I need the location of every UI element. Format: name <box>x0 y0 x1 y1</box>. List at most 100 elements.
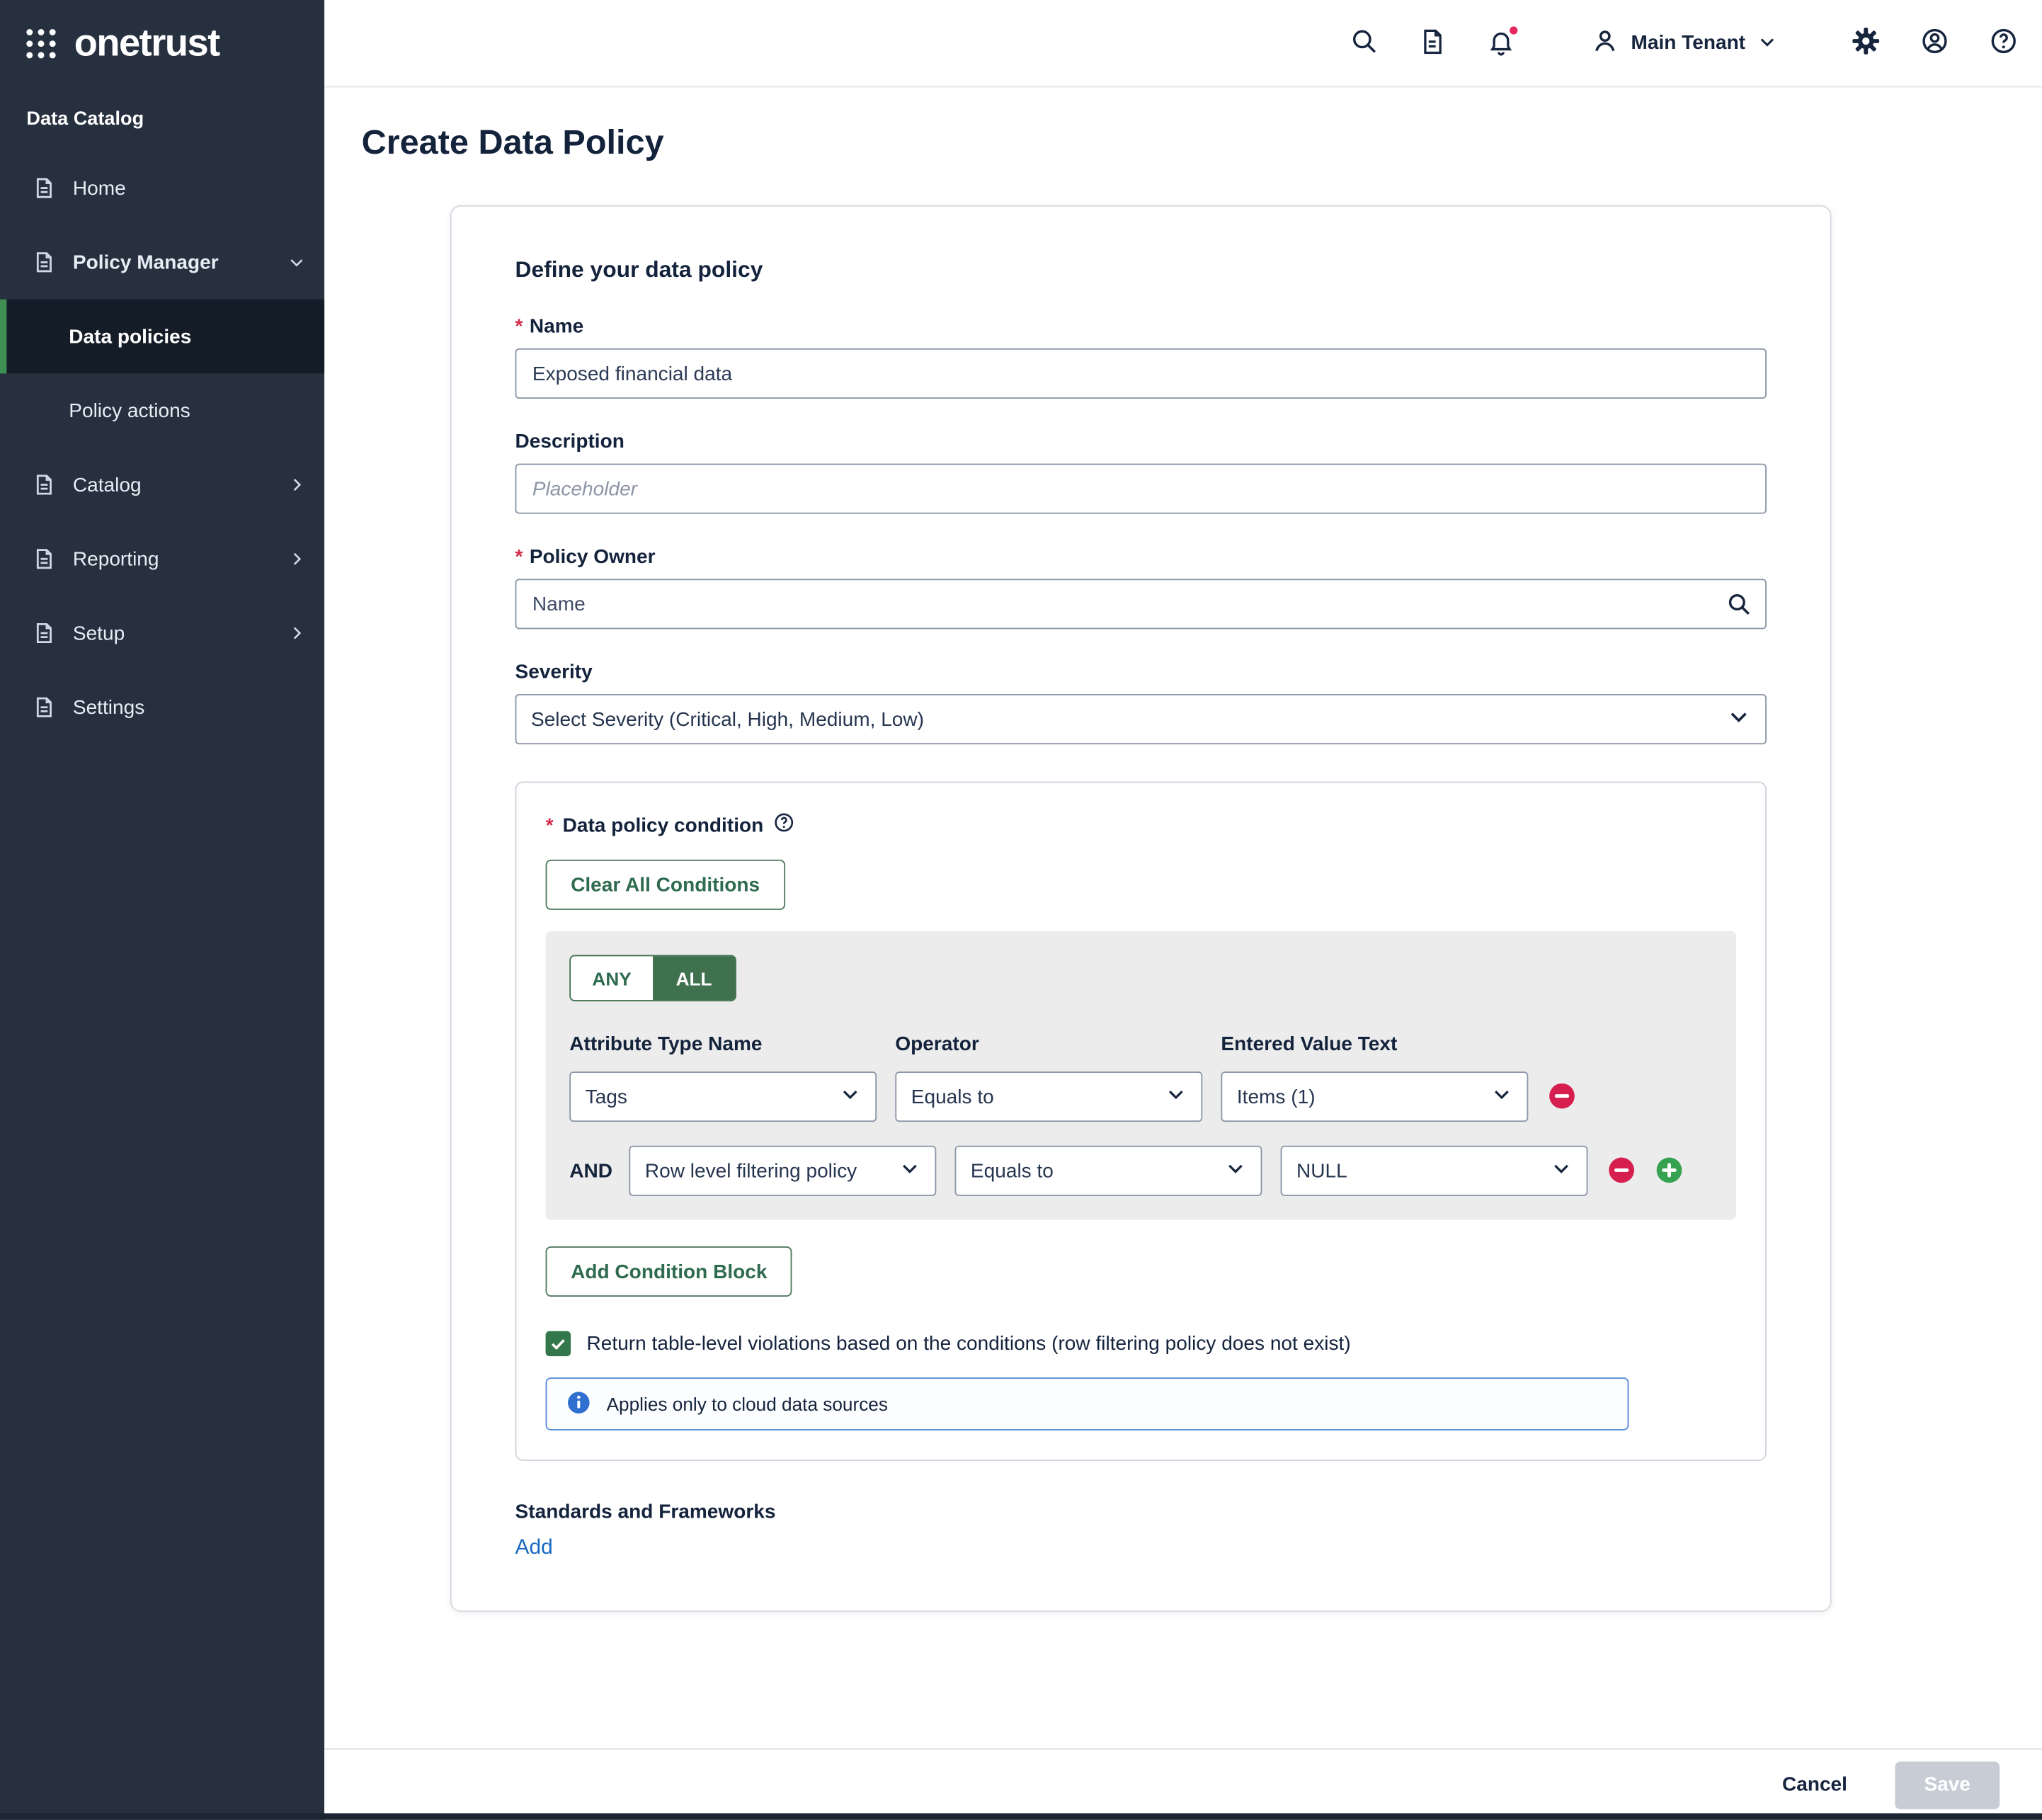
name-input[interactable] <box>515 348 1767 399</box>
condition-section: * Data policy condition Clear All Condit… <box>515 781 1767 1460</box>
sidebar-item-catalog[interactable]: Catalog <box>0 448 324 522</box>
info-banner: Applies only to cloud data sources <box>546 1377 1629 1431</box>
search-icon[interactable] <box>1726 591 1752 624</box>
match-any-button[interactable]: ANY <box>571 956 653 1000</box>
help-button[interactable] <box>1986 25 2021 60</box>
topbar: Main Tenant <box>324 0 2042 87</box>
notification-badge <box>1508 25 1519 35</box>
column-header-value: Entered Value Text <box>1221 1033 1528 1056</box>
name-field: * Name <box>515 315 1767 399</box>
sidebar-item-label: Reporting <box>73 547 270 570</box>
value-select[interactable]: NULL <box>1281 1146 1588 1196</box>
chevron-down-icon <box>1491 1084 1512 1110</box>
name-label: * Name <box>515 315 1767 338</box>
chevron-right-icon <box>287 624 306 642</box>
settings-button[interactable] <box>1849 25 1883 60</box>
content-area: Create Data Policy Define your data poli… <box>324 87 2042 1748</box>
account-button[interactable] <box>1917 25 1952 60</box>
required-asterisk: * <box>515 546 523 569</box>
add-standards-link[interactable]: Add <box>515 1537 553 1561</box>
operator-select[interactable]: Equals to <box>895 1071 1202 1122</box>
tenant-selector[interactable]: Main Tenant <box>1582 25 1785 61</box>
sidebar-item-setup[interactable]: Setup <box>0 596 324 671</box>
chevron-down-icon <box>287 253 306 271</box>
condition-label: Data policy condition <box>563 814 764 836</box>
onetrust-logo[interactable]: onetrust <box>0 0 324 87</box>
help-icon <box>1989 26 2018 59</box>
sidebar-item-policy-actions[interactable]: Policy actions <box>0 373 324 448</box>
document-icon <box>1418 27 1446 59</box>
document-icon <box>32 176 56 200</box>
info-banner-text: Applies only to cloud data sources <box>607 1394 888 1415</box>
sidebar: onetrust Data Catalog Home Policy Manage… <box>0 0 324 1820</box>
sidebar-item-label: Home <box>73 177 306 200</box>
sidebar-item-label: Setup <box>73 622 270 644</box>
document-tasks-button[interactable] <box>1415 25 1450 60</box>
match-all-button[interactable]: ALL <box>653 956 735 1000</box>
join-operator-label: AND <box>569 1159 610 1182</box>
checkbox-label: Return table-level violations based on t… <box>587 1333 1351 1355</box>
search-button[interactable] <box>1346 25 1381 60</box>
standards-frameworks-label: Standards and Frameworks <box>515 1501 1767 1523</box>
search-icon <box>1349 26 1378 59</box>
plus-circle-icon <box>1655 1156 1682 1188</box>
remove-condition-button[interactable] <box>1547 1082 1576 1111</box>
sidebar-item-settings[interactable]: Settings <box>0 670 324 744</box>
cancel-button[interactable]: Cancel <box>1774 1772 1855 1797</box>
help-icon[interactable] <box>772 812 794 838</box>
operator-select[interactable]: Equals to <box>954 1146 1262 1196</box>
chevron-right-icon <box>287 550 306 568</box>
chevron-down-icon <box>899 1158 920 1184</box>
chevron-down-icon <box>1225 1158 1246 1184</box>
minus-circle-icon <box>1607 1156 1635 1188</box>
page-title: Create Data Policy <box>362 122 2042 163</box>
description-input[interactable] <box>515 464 1767 514</box>
sidebar-nav: Home Policy Manager Data policies Policy… <box>0 151 324 744</box>
sidebar-item-home[interactable]: Home <box>0 151 324 225</box>
app-grid-icon <box>24 26 59 61</box>
table-level-violations-checkbox[interactable] <box>546 1331 571 1357</box>
severity-label: Severity <box>515 661 1767 683</box>
create-policy-card: Define your data policy * Name Descripti… <box>450 205 1832 1612</box>
policy-owner-label: * Policy Owner <box>515 546 1767 569</box>
save-button[interactable]: Save <box>1895 1761 2000 1809</box>
condition-row: Tags Equals to <box>569 1071 1712 1122</box>
policy-owner-field: * Policy Owner <box>515 546 1767 630</box>
condition-row: AND Row level filtering policy Equals to <box>569 1146 1712 1196</box>
sidebar-item-reporting[interactable]: Reporting <box>0 522 324 596</box>
document-icon <box>32 473 56 497</box>
screen-bottom-edge <box>0 1813 2042 1819</box>
gear-icon <box>1852 26 1881 59</box>
required-asterisk: * <box>515 315 523 338</box>
description-field: Description <box>515 431 1767 514</box>
table-level-violations-row: Return table-level violations based on t… <box>546 1331 1736 1357</box>
add-condition-block-button[interactable]: Add Condition Block <box>546 1246 792 1297</box>
account-icon <box>1920 26 1949 59</box>
person-icon <box>1590 26 1619 59</box>
match-toggle: ANY ALL <box>569 955 736 1001</box>
add-condition-button[interactable] <box>1654 1156 1683 1185</box>
document-icon <box>32 250 56 274</box>
app-root: onetrust Data Catalog Home Policy Manage… <box>0 0 2042 1820</box>
value-select[interactable]: Items (1) <box>1221 1071 1528 1122</box>
sidebar-item-label: Policy actions <box>69 399 306 422</box>
attribute-select[interactable]: Tags <box>569 1071 877 1122</box>
column-header-operator: Operator <box>895 1033 1202 1056</box>
notifications-button[interactable] <box>1484 25 1519 60</box>
severity-select[interactable]: Select Severity (Critical, High, Medium,… <box>515 694 1767 744</box>
footer-actions: Cancel Save <box>324 1748 2042 1820</box>
column-header-attribute: Attribute Type Name <box>569 1033 877 1056</box>
condition-block: ANY ALL Attribute Type Name Operator Ent… <box>546 931 1736 1220</box>
attribute-select[interactable]: Row level filtering policy <box>629 1146 936 1196</box>
chevron-down-icon <box>840 1084 861 1110</box>
sidebar-item-data-policies[interactable]: Data policies <box>0 300 324 374</box>
condition-column-headers: Attribute Type Name Operator Entered Val… <box>569 1033 1712 1056</box>
sidebar-item-label: Settings <box>73 696 306 719</box>
clear-all-conditions-button[interactable]: Clear All Conditions <box>546 860 785 910</box>
info-icon <box>566 1390 591 1418</box>
policy-owner-input[interactable] <box>515 579 1767 629</box>
sidebar-item-policy-manager[interactable]: Policy Manager <box>0 225 324 300</box>
severity-select-value: Select Severity (Critical, High, Medium,… <box>531 708 924 731</box>
chevron-right-icon <box>287 475 306 494</box>
remove-condition-button[interactable] <box>1607 1156 1636 1185</box>
